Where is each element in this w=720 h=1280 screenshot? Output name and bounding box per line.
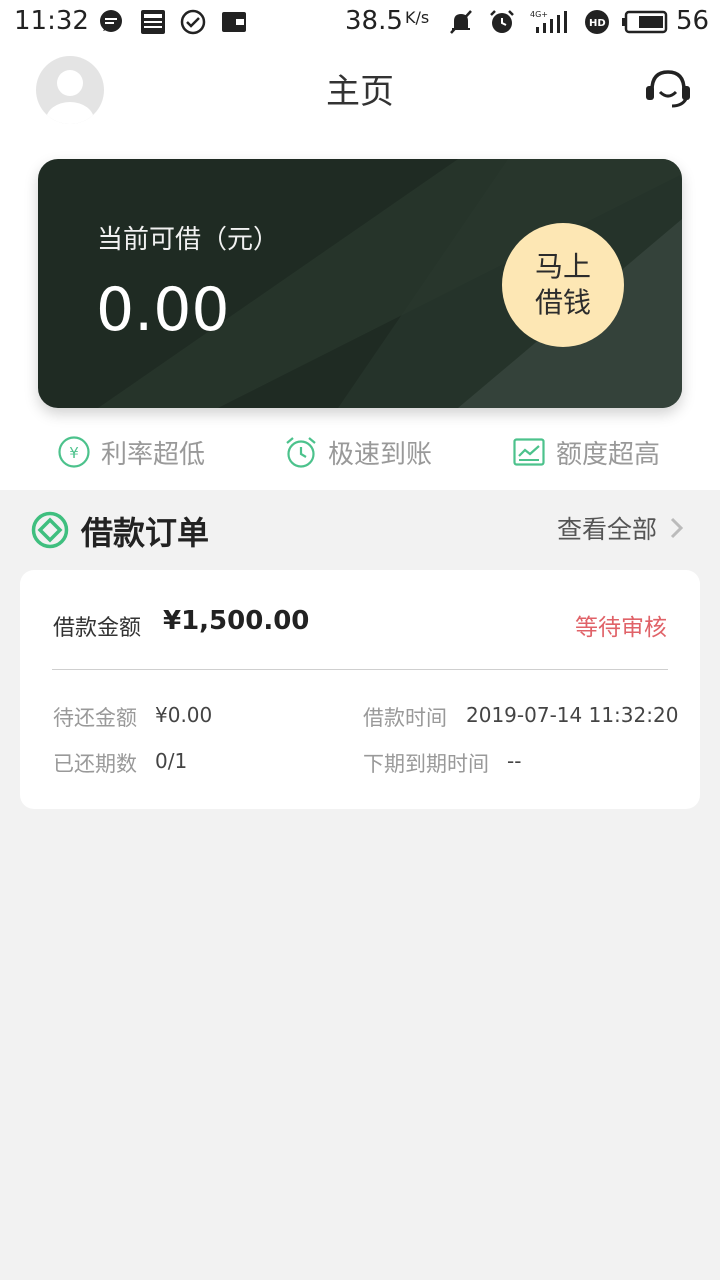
chevron-right-icon	[670, 517, 684, 539]
message-icon	[100, 10, 122, 32]
mute-bell-icon	[450, 10, 472, 34]
status-time: 11:32	[14, 6, 89, 36]
network-speed-unit: K/s	[405, 8, 430, 27]
status-bar: 11:32 38.5 K/s 4G+ HD 56	[0, 0, 720, 46]
loan-amount-label: 借款金额	[53, 616, 142, 641]
yen-circle-icon: ¥	[58, 436, 90, 468]
battery-level: 56	[676, 6, 710, 36]
feature-fast-arrival: 极速到账	[284, 432, 432, 472]
loan-time: 2019-07-14 11:32:20	[466, 703, 679, 727]
feature-low-rate: ¥ 利率超低	[57, 432, 205, 472]
hd-icon: HD	[585, 10, 609, 34]
order-card[interactable]: 借款金额 ¥1,500.00 等待审核 待还金额 ¥0.00 借款时间 2019…	[20, 570, 700, 809]
borrow-now-line1: 马上	[534, 250, 591, 283]
view-all-label: 查看全部	[557, 515, 658, 544]
alarm-clock-icon	[286, 437, 316, 468]
wallet-icon	[222, 12, 246, 32]
svg-text:4G+: 4G+	[530, 10, 548, 19]
check-circle-icon	[180, 9, 206, 35]
feature-label: 利率超低	[101, 439, 206, 470]
pending-amount: ¥0.00	[155, 703, 213, 727]
customer-service-icon[interactable]	[642, 66, 694, 110]
feature-high-limit: 额度超高	[512, 432, 660, 472]
signal-4g-icon: 4G+	[530, 10, 567, 33]
line-chart-icon	[513, 438, 545, 466]
borrow-now-button[interactable]: 马上 借钱	[502, 223, 624, 347]
feature-label: 极速到账	[328, 439, 433, 470]
divider	[52, 669, 668, 670]
diamond-circle-icon	[31, 511, 69, 549]
status-badge: 等待审核	[575, 615, 667, 641]
borrow-now-line2: 借钱	[534, 286, 591, 319]
loan-amount: ¥1,500.00	[163, 606, 310, 636]
news-icon	[141, 10, 165, 34]
battery-icon	[622, 10, 668, 34]
feature-label: 额度超高	[556, 439, 661, 470]
repaid-periods-label: 已还期数	[53, 752, 137, 776]
next-due-label: 下期到期时间	[363, 752, 489, 776]
network-speed: 38.5	[345, 6, 403, 36]
svg-text:¥: ¥	[69, 444, 79, 462]
next-due-value: --	[507, 749, 522, 773]
repaid-periods: 0/1	[155, 749, 188, 773]
svg-text:HD: HD	[589, 18, 606, 29]
available-label: 当前可借（元）	[97, 225, 280, 255]
alarm-icon	[490, 10, 514, 33]
balance-card: 当前可借（元） 0.00 马上 借钱	[38, 159, 682, 408]
loan-time-label: 借款时间	[363, 706, 447, 730]
orders-title: 借款订单	[81, 514, 210, 552]
view-all-link[interactable]: 查看全部	[557, 510, 685, 546]
page-title: 主页	[326, 72, 394, 112]
pending-amount-label: 待还金额	[53, 706, 137, 730]
available-amount: 0.00	[96, 275, 230, 345]
